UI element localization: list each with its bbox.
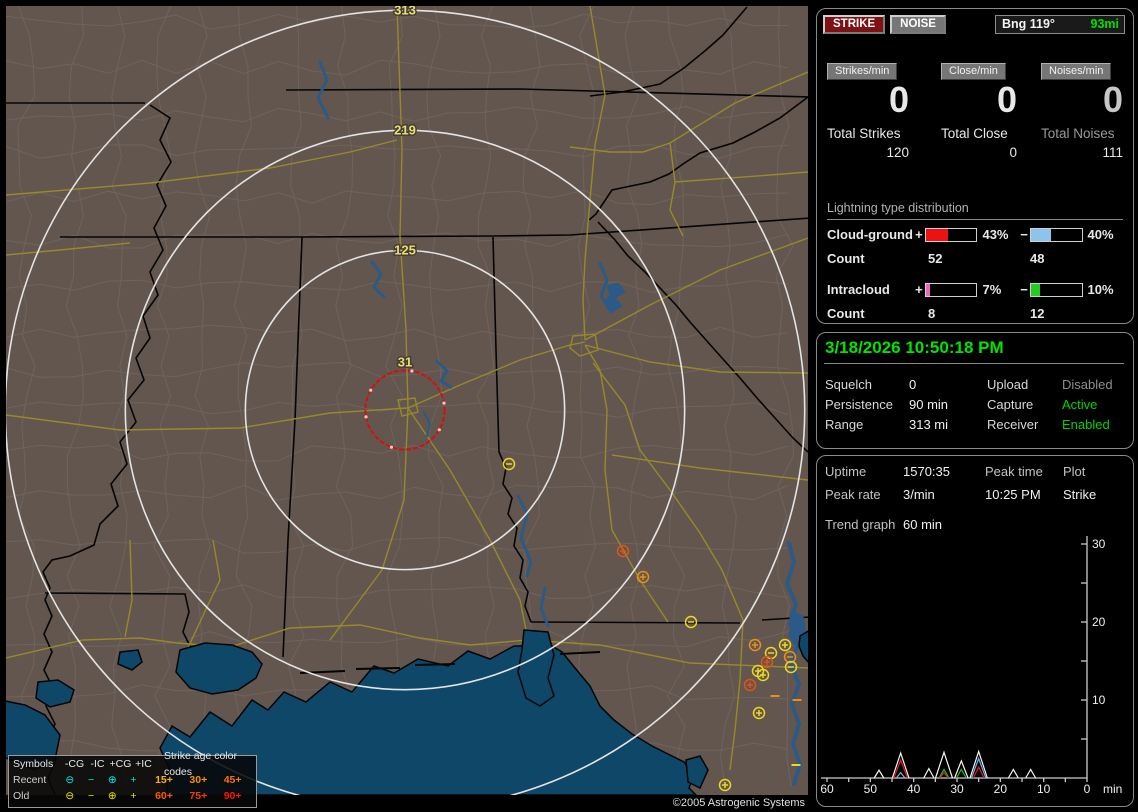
ic-count-row: Count 8 12 bbox=[827, 306, 1123, 321]
svg-text:10: 10 bbox=[1092, 693, 1106, 707]
bearing-distance: 93mi bbox=[1090, 17, 1120, 31]
strikes-per-min-value: 0 bbox=[888, 79, 909, 120]
strikes-column: Strikes/min 0 Total Strikes 120 bbox=[827, 61, 909, 160]
ring-label-31: 31 bbox=[398, 354, 412, 369]
distribution-title: Lightning type distribution bbox=[827, 201, 1123, 220]
range-row: Range 313 mi Receiver Enabled bbox=[825, 417, 1110, 432]
svg-text:min: min bbox=[1103, 782, 1122, 796]
cg-positive-bar bbox=[925, 227, 978, 242]
plus-sign: + bbox=[915, 227, 923, 242]
close-per-min-chip: Close/min bbox=[941, 63, 1006, 80]
noises-per-min-value: 0 bbox=[1102, 79, 1123, 120]
count-label: Count bbox=[827, 251, 865, 266]
stats-trend-panel: Uptime 1570:35 Peak time Plot Peak rate … bbox=[816, 455, 1134, 807]
svg-text:0: 0 bbox=[1084, 782, 1091, 796]
intracloud-label: Intracloud bbox=[827, 282, 890, 297]
minus-sign: − bbox=[1020, 282, 1028, 297]
noises-column: Noises/min 0 Total Noises 111 bbox=[1041, 61, 1123, 160]
ring-label-219: 219 bbox=[394, 122, 416, 137]
datetime-display: 3/18/2026 10:50:18 PM bbox=[825, 338, 1004, 357]
total-noises-label: Total Noises bbox=[1041, 126, 1115, 141]
lightning-distribution: Lightning type distribution Cloud-ground… bbox=[827, 201, 1123, 321]
ic-positive-count: 8 bbox=[928, 306, 936, 321]
count-label: Count bbox=[827, 306, 865, 321]
cg-negative-pct: 40% bbox=[1087, 227, 1114, 242]
copyright-text: ©2005 Astrogenic Systems bbox=[672, 797, 805, 809]
capture-status: Active bbox=[1062, 397, 1098, 412]
svg-text:20: 20 bbox=[1092, 615, 1106, 629]
cg-positive-pct: 43% bbox=[982, 227, 1009, 242]
cg-count-row: Count 52 48 bbox=[827, 251, 1123, 266]
symbol-legend: Symbols -CG -IC +CG +IC Strike age color… bbox=[8, 750, 257, 808]
cg-negative-bar bbox=[1030, 227, 1083, 242]
total-strikes-label: Total Strikes bbox=[827, 126, 901, 141]
ic-negative-count: 12 bbox=[1030, 306, 1045, 321]
counters-panel: STRIKE NOISE Bng 119° 93mi Strikes/min 0 … bbox=[816, 8, 1134, 324]
squelch-row: Squelch 0 Upload Disabled bbox=[825, 377, 1113, 392]
cg-positive-count: 52 bbox=[928, 251, 943, 266]
ic-positive-bar bbox=[925, 282, 978, 297]
svg-text:30: 30 bbox=[1092, 537, 1106, 551]
uptime-row: Uptime 1570:35 Peak time Plot bbox=[825, 464, 1086, 479]
strike-button[interactable]: STRIKE bbox=[823, 15, 886, 34]
upload-status: Disabled bbox=[1062, 377, 1113, 392]
svg-text:60: 60 bbox=[820, 782, 834, 796]
legend-header: Symbols -CG -IC +CG +IC Strike age color… bbox=[13, 750, 237, 778]
noise-button[interactable]: NOISE bbox=[890, 15, 946, 34]
bearing-label: Bng 119° bbox=[1002, 17, 1055, 31]
total-close-value: 0 bbox=[1009, 145, 1017, 160]
ic-positive-pct: 7% bbox=[982, 282, 1002, 297]
ic-negative-pct: 10% bbox=[1087, 282, 1114, 297]
cloud-ground-row: Cloud-ground + 43% − 40% bbox=[827, 227, 1123, 242]
persistence-row: Persistence 90 min Capture Active bbox=[825, 397, 1098, 412]
svg-text:50: 50 bbox=[864, 782, 878, 796]
cg-negative-count: 48 bbox=[1030, 251, 1045, 266]
trend-graph: 60 50 40 30 20 10 0 min 10 20 30 bbox=[820, 536, 1122, 796]
minus-sign: − bbox=[1020, 227, 1028, 242]
divider bbox=[824, 363, 1124, 364]
svg-text:30: 30 bbox=[950, 782, 964, 796]
receiver-status: Enabled bbox=[1062, 417, 1110, 432]
status-panel: 3/18/2026 10:50:18 PM Squelch 0 Upload D… bbox=[816, 332, 1134, 449]
strikes-per-min-chip: Strikes/min bbox=[827, 63, 898, 80]
total-strikes-value: 120 bbox=[886, 145, 909, 160]
legend-row-old: Old ⊖ − ⊕ +60+ 75+ 90+ bbox=[13, 790, 242, 802]
cloud-ground-label: Cloud-ground bbox=[827, 227, 913, 242]
noises-per-min-chip: Noises/min bbox=[1041, 63, 1112, 80]
svg-text:20: 20 bbox=[994, 782, 1008, 796]
bearing-display: Bng 119° 93mi bbox=[995, 15, 1125, 34]
legend-row-recent: Recent ⊖ − ⊕ +15+ 30+ 45+ bbox=[13, 774, 242, 786]
peak-rate-row: Peak rate 3/min 10:25 PM Strike bbox=[825, 487, 1097, 502]
total-noises-value: 111 bbox=[1102, 145, 1123, 160]
close-column: Close/min 0 Total Close 0 bbox=[941, 61, 1017, 160]
plus-sign: + bbox=[915, 282, 923, 297]
total-close-label: Total Close bbox=[941, 126, 1008, 141]
intracloud-row: Intracloud + 7% − 10% bbox=[827, 282, 1123, 297]
ic-negative-bar bbox=[1030, 282, 1083, 297]
svg-text:10: 10 bbox=[1037, 782, 1051, 796]
ring-label-125: 125 bbox=[394, 242, 416, 257]
ring-label-313: 313 bbox=[394, 2, 416, 17]
map-canvas[interactable]: 125 219 313 31 bbox=[0, 0, 810, 812]
map-panel: 125 219 313 31 ©2005 Astrogenic Systems Sym… bbox=[0, 0, 810, 812]
svg-text:40: 40 bbox=[907, 782, 921, 796]
close-per-min-value: 0 bbox=[996, 79, 1017, 120]
